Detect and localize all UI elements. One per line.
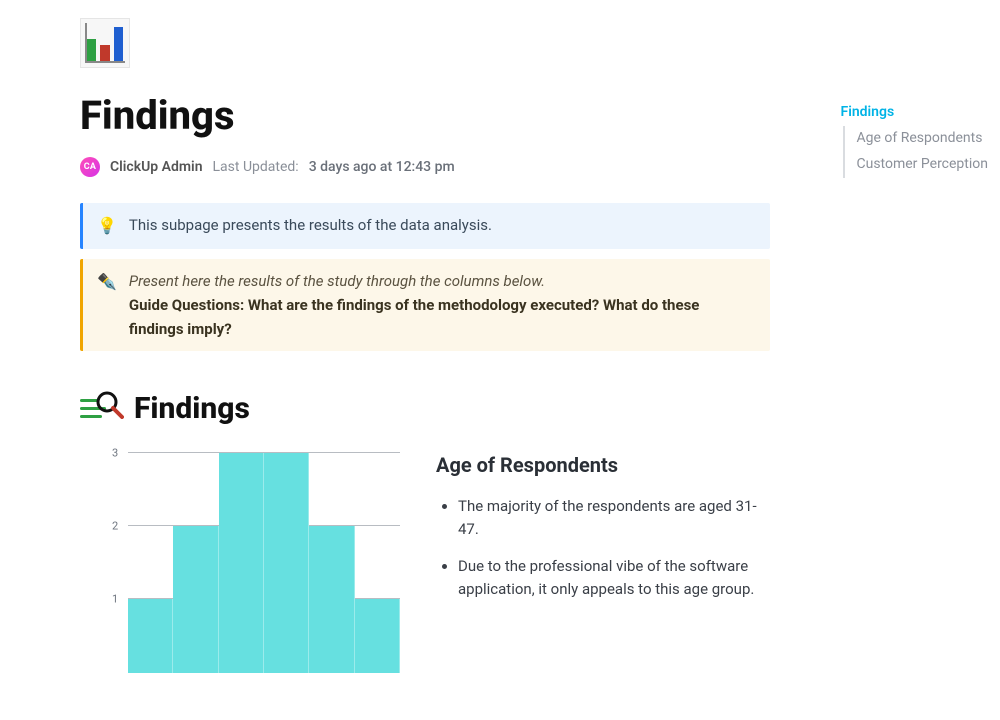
magnifier-list-icon <box>80 391 124 427</box>
callout-info: 💡 This subpage presents the results of t… <box>80 203 770 249</box>
chart-y-tick: 3 <box>112 446 118 459</box>
author-avatar[interactable]: CA <box>80 157 100 177</box>
updated-value: 3 days ago at 12:43 pm <box>309 159 455 175</box>
chart-bar <box>309 526 354 673</box>
chart-y-tick: 2 <box>112 519 118 532</box>
toc-link-age[interactable]: Age of Respondents <box>843 126 989 152</box>
page-icon <box>80 18 130 68</box>
page-title: Findings <box>80 92 770 139</box>
toc-link-perception[interactable]: Customer Perception <box>843 152 989 178</box>
section-title: Findings <box>134 391 250 426</box>
toc-link-root[interactable]: Findings <box>841 100 989 126</box>
author-name[interactable]: ClickUp Admin <box>110 159 203 175</box>
list-item: Due to the professional vibe of the soft… <box>458 555 770 602</box>
chart-bar <box>128 599 173 672</box>
pen-icon: ✒️ <box>97 269 117 295</box>
callout-guide: ✒️ Present here the results of the study… <box>80 259 770 351</box>
section-header: Findings <box>80 391 770 427</box>
age-histogram-chart: 123 <box>100 453 400 673</box>
page-meta: CA ClickUp Admin Last Updated: 3 days ag… <box>80 157 770 177</box>
table-of-contents: Findings Age of Respondents Customer Per… <box>841 100 989 178</box>
chart-bar <box>219 453 264 673</box>
lightbulb-icon: 💡 <box>97 213 117 239</box>
chart-bar <box>355 599 400 672</box>
callout-guide-questions: Guide Questions: What are the findings o… <box>129 296 699 338</box>
list-item: The majority of the respondents are aged… <box>458 495 770 542</box>
updated-label: Last Updated: <box>213 159 299 175</box>
callout-hint: Present here the results of the study th… <box>129 272 545 290</box>
subsection-heading: Age of Respondents <box>436 453 770 477</box>
chart-bar <box>173 526 218 673</box>
chart-bar <box>264 453 309 673</box>
chart-y-tick: 1 <box>112 593 118 606</box>
callout-info-text: This subpage presents the results of the… <box>129 213 492 237</box>
